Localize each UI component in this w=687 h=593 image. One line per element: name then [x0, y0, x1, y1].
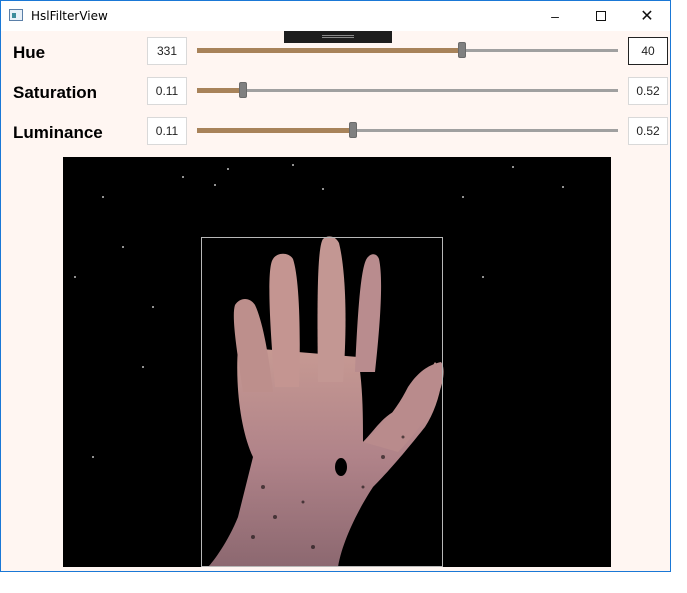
slider-thumb[interactable] — [458, 42, 467, 58]
slider-track — [197, 89, 618, 92]
close-icon: ✕ — [640, 8, 654, 25]
slider-fill — [197, 88, 244, 93]
app-window: HslFilterView – ✕ Hue 331 40 Saturation … — [0, 0, 671, 572]
hue-slider[interactable] — [197, 40, 618, 62]
hue-max-input[interactable]: 40 — [628, 37, 668, 65]
luminance-min-input[interactable]: 0.11 — [147, 117, 187, 145]
saturation-label: Saturation — [13, 83, 98, 102]
app-icon — [9, 9, 23, 21]
saturation-max-input[interactable]: 0.52 — [628, 77, 668, 105]
saturation-slider[interactable] — [197, 80, 618, 102]
hue-label: Hue — [13, 43, 46, 62]
maximize-button[interactable] — [578, 1, 624, 31]
slider-fill — [197, 48, 463, 53]
saturation-min-input[interactable]: 0.11 — [147, 77, 187, 105]
luminance-max-input[interactable]: 0.52 — [628, 117, 668, 145]
filtered-image — [63, 157, 611, 567]
slider-thumb[interactable] — [239, 82, 248, 98]
title-bar[interactable]: HslFilterView – ✕ — [1, 1, 670, 31]
roi-rectangle[interactable] — [201, 237, 443, 567]
slider-fill — [197, 128, 353, 133]
minimize-icon: – — [551, 8, 559, 24]
hue-min-input[interactable]: 331 — [147, 37, 187, 65]
close-button[interactable]: ✕ — [624, 1, 670, 31]
minimize-button[interactable]: – — [532, 1, 578, 31]
maximize-icon — [596, 11, 606, 21]
luminance-slider[interactable] — [197, 120, 618, 142]
window-title: HslFilterView — [31, 9, 108, 23]
slider-thumb[interactable] — [348, 122, 357, 138]
luminance-label: Luminance — [13, 123, 103, 142]
